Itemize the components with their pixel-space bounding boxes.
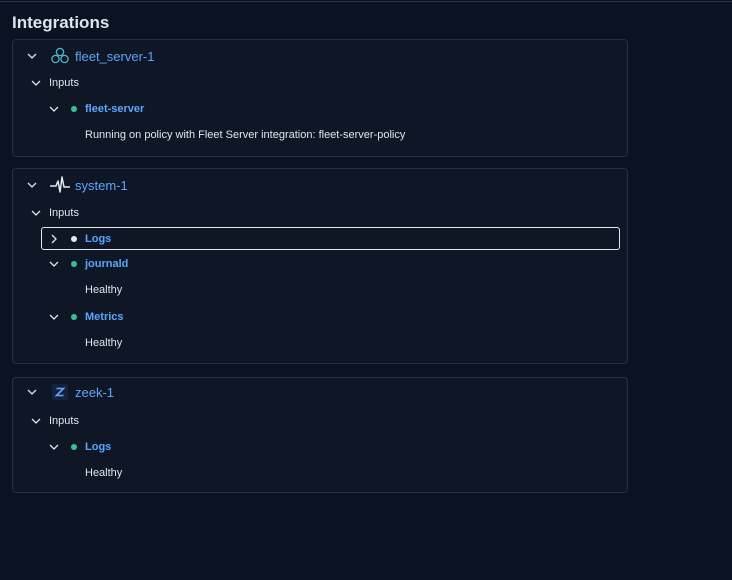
input-status-message: Healthy <box>85 337 123 349</box>
integration-panel-system: system-1 Inputs Logs journald Healthy Me… <box>12 168 628 364</box>
integration-panel-fleet-server: fleet_server-1 Inputs fleet-server Runni… <box>12 39 628 157</box>
chevron-down-icon[interactable] <box>45 100 63 118</box>
integration-header[interactable]: fleet_server-1 <box>23 45 637 67</box>
status-healthy-icon <box>71 261 77 267</box>
chevron-down-icon[interactable] <box>23 176 41 194</box>
system-pulse-icon <box>49 174 71 196</box>
chevron-down-icon[interactable] <box>27 204 45 222</box>
chevron-down-icon[interactable] <box>45 255 63 273</box>
zeek-icon <box>49 381 71 403</box>
inputs-toggle[interactable]: Inputs <box>27 410 641 432</box>
integration-title[interactable]: system-1 <box>75 178 128 193</box>
input-name[interactable]: Logs <box>85 441 111 453</box>
status-healthy-icon <box>71 444 77 450</box>
chevron-down-icon[interactable] <box>45 308 63 326</box>
chevron-down-icon[interactable] <box>23 47 41 65</box>
input-status-message: Healthy <box>85 284 123 296</box>
input-row[interactable]: fleet-server <box>45 98 659 120</box>
status-healthy-icon <box>71 314 77 320</box>
status-unknown-icon <box>71 236 77 242</box>
integration-header[interactable]: zeek-1 <box>23 381 637 403</box>
top-divider <box>0 1 732 2</box>
fleet-server-icon <box>49 45 71 67</box>
input-status-message: Running on policy with Fleet Server inte… <box>85 129 406 141</box>
input-row[interactable]: Logs <box>45 228 659 250</box>
inputs-label: Inputs <box>49 77 79 89</box>
input-status-message: Healthy <box>85 467 123 479</box>
inputs-toggle[interactable]: Inputs <box>27 202 641 224</box>
integration-header[interactable]: system-1 <box>23 174 637 196</box>
input-row[interactable]: Logs <box>45 436 659 458</box>
inputs-label: Inputs <box>49 415 79 427</box>
chevron-down-icon[interactable] <box>23 383 41 401</box>
input-name[interactable]: journald <box>85 258 128 270</box>
input-name[interactable]: Metrics <box>85 311 124 323</box>
integration-title[interactable]: zeek-1 <box>75 385 114 400</box>
input-name[interactable]: Logs <box>85 233 111 245</box>
input-name[interactable]: fleet-server <box>85 103 144 115</box>
chevron-right-icon[interactable] <box>45 230 63 248</box>
integration-panel-zeek: zeek-1 Inputs Logs Healthy <box>12 377 628 493</box>
chevron-down-icon[interactable] <box>27 412 45 430</box>
integration-title[interactable]: fleet_server-1 <box>75 49 154 64</box>
chevron-down-icon[interactable] <box>45 438 63 456</box>
inputs-toggle[interactable]: Inputs <box>27 72 641 94</box>
input-row[interactable]: journald <box>45 253 659 275</box>
page-title: Integrations <box>12 13 110 32</box>
inputs-label: Inputs <box>49 207 79 219</box>
chevron-down-icon[interactable] <box>27 74 45 92</box>
input-row[interactable]: Metrics <box>45 306 659 328</box>
status-healthy-icon <box>71 106 77 112</box>
